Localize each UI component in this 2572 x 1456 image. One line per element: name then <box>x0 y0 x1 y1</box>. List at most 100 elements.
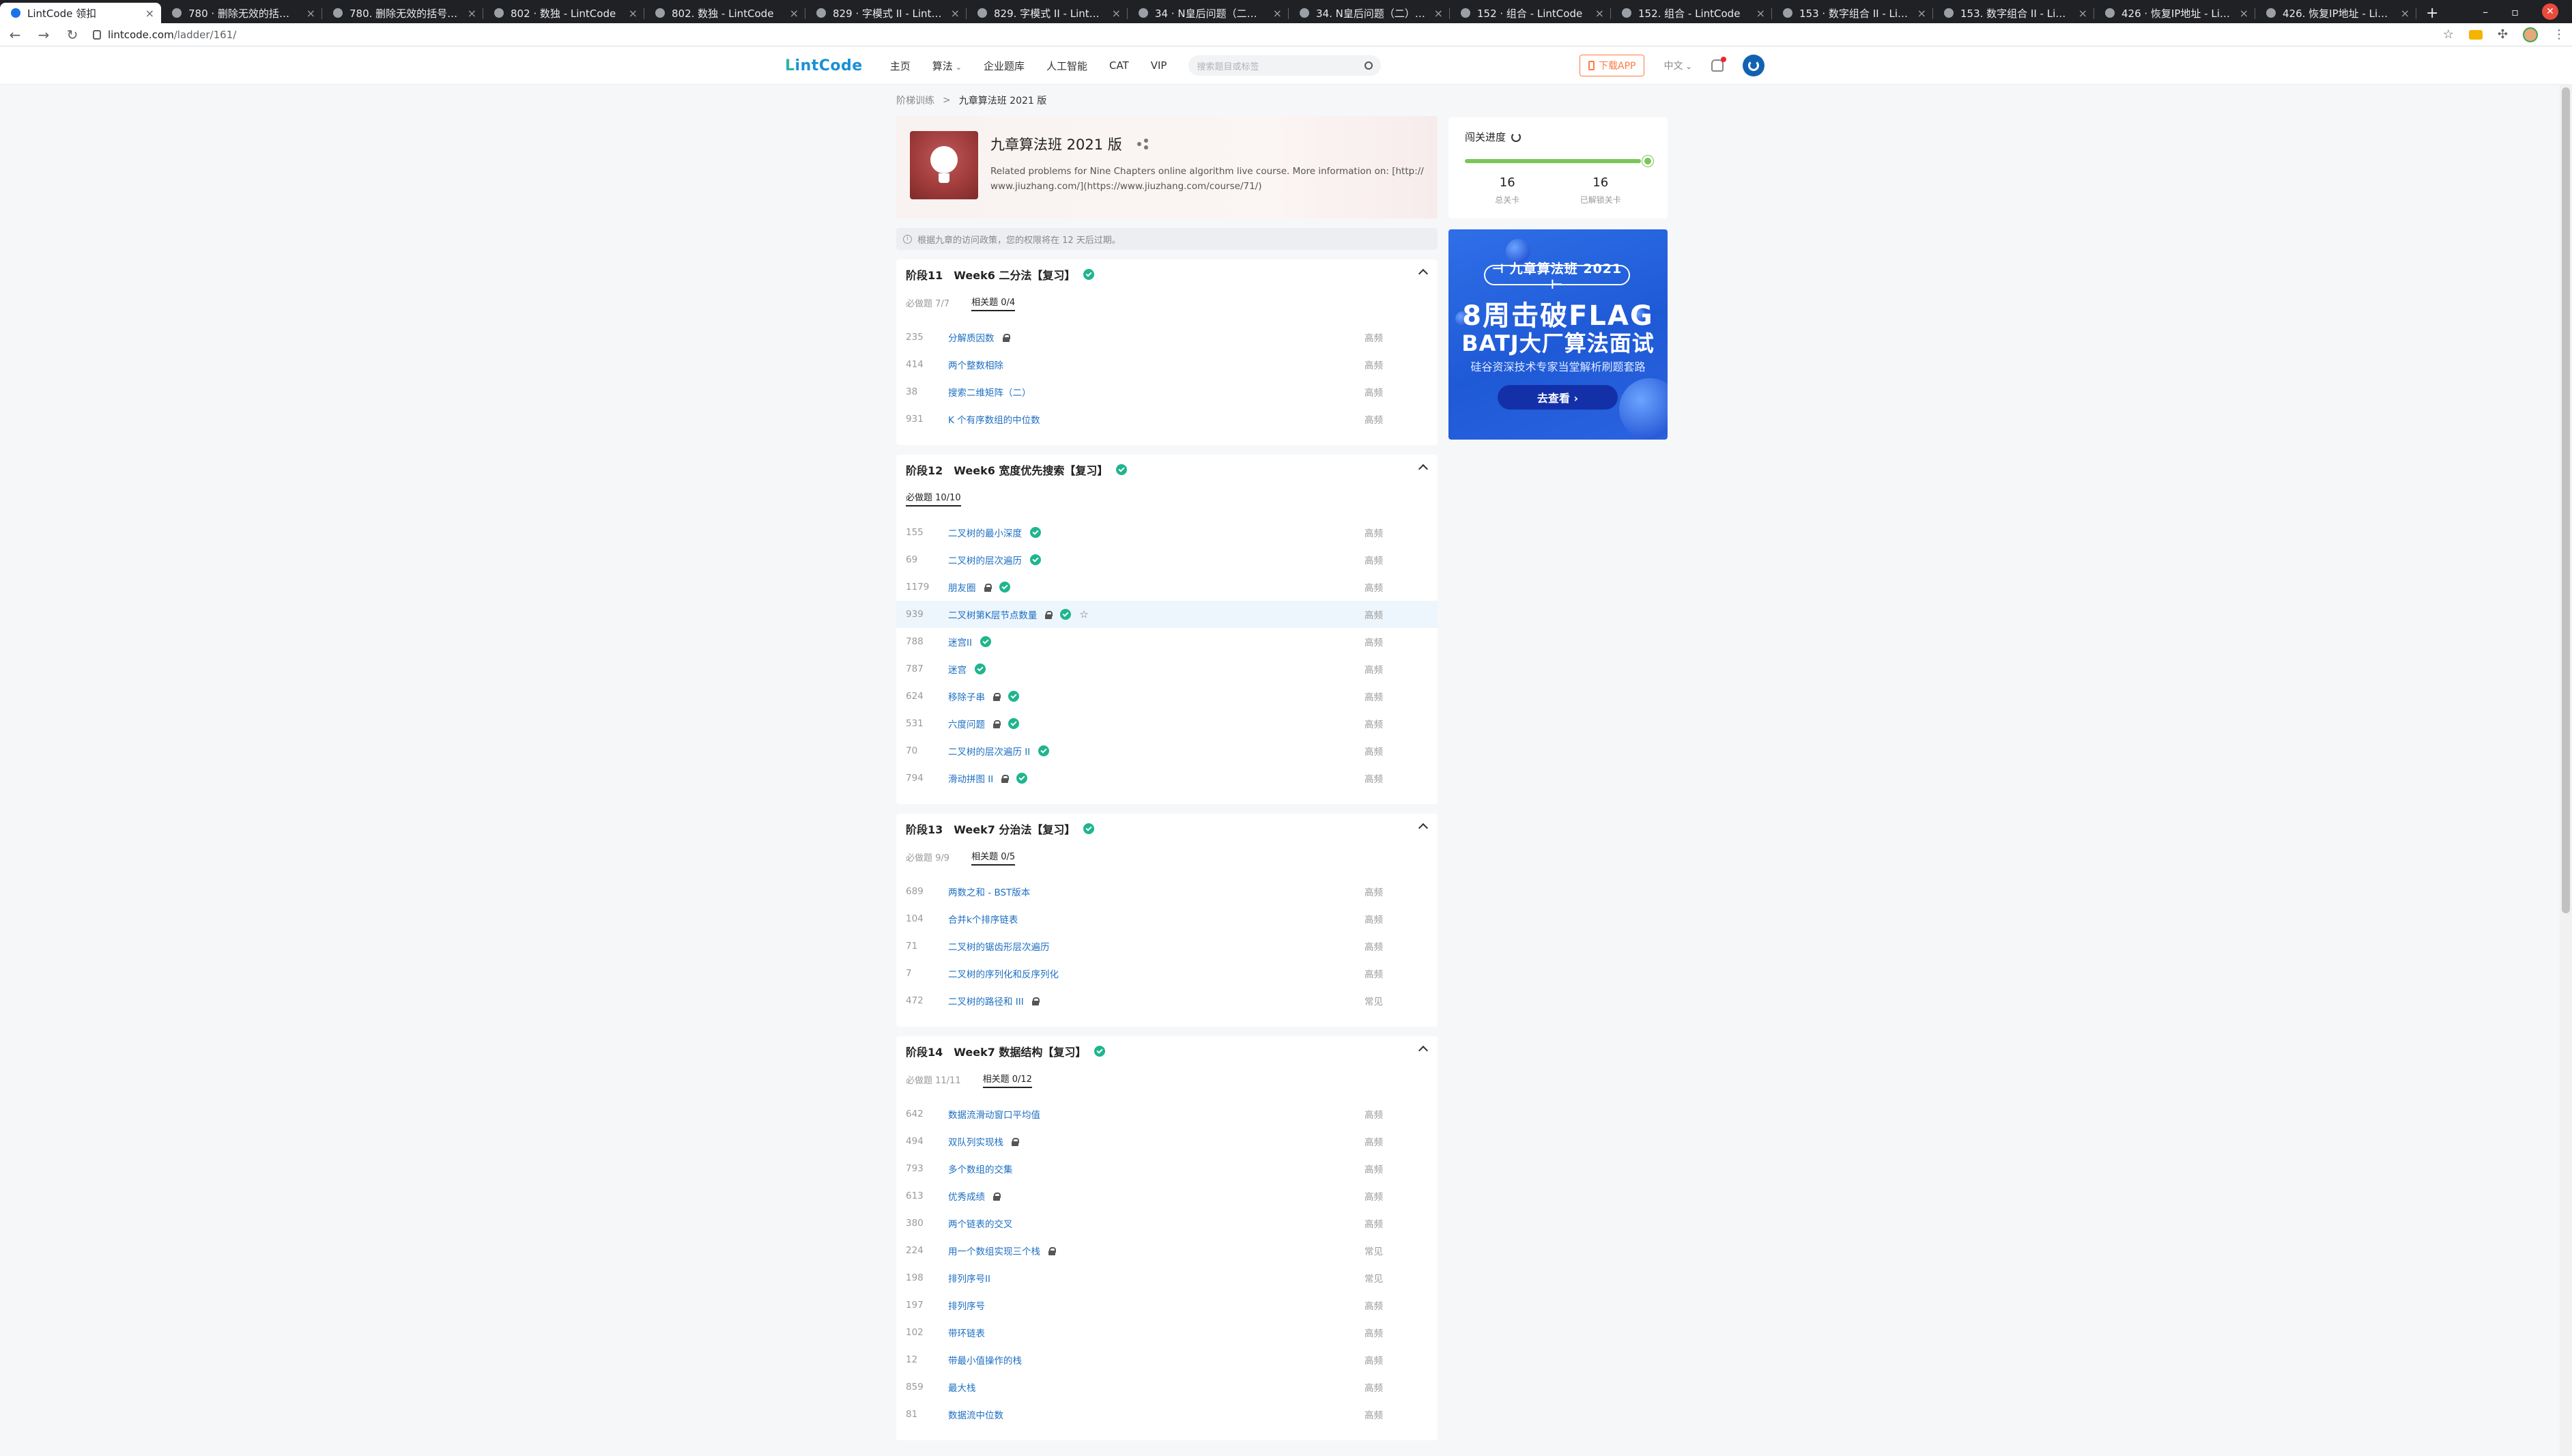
browser-tab[interactable]: 426 · 恢复IP地址 - LintCode × <box>2094 3 2255 23</box>
extensions-puzzle-icon[interactable]: ✣ <box>2498 27 2508 42</box>
problem-title-link[interactable]: 二叉树的最小深度 <box>948 526 1022 539</box>
problem-row[interactable]: 155 二叉树的最小深度 高频 <box>896 519 1438 546</box>
chevron-up-icon[interactable] <box>1418 463 1429 474</box>
minimize-icon[interactable]: – <box>2483 5 2488 18</box>
stage-tab[interactable]: 必做题 7/7 <box>906 296 949 311</box>
problem-title-link[interactable]: 两个链表的交叉 <box>948 1216 1013 1230</box>
problem-title-link[interactable]: 二叉树的层次遍历 <box>948 553 1022 567</box>
close-tab-icon[interactable]: × <box>1273 7 1282 20</box>
problem-row[interactable]: 81 数据流中位数 高频 <box>896 1401 1438 1428</box>
nav-home[interactable]: 主页 <box>890 59 911 73</box>
problem-row[interactable]: 38 搜索二维矩阵（二） 高频 <box>896 378 1438 405</box>
problem-row[interactable]: 198 排列序号II 常见 <box>896 1264 1438 1291</box>
problem-row[interactable]: 414 两个整数相除 高频 <box>896 351 1438 378</box>
problem-row[interactable]: 613 优秀成绩 高频 <box>896 1182 1438 1210</box>
problem-title-link[interactable]: 合并k个排序链表 <box>948 912 1018 926</box>
profile-avatar[interactable] <box>2523 27 2538 42</box>
problem-title-link[interactable]: 搜索二维矩阵（二） <box>948 385 1031 399</box>
problem-title-link[interactable]: 分解质因数 <box>948 330 995 344</box>
problem-title-link[interactable]: K 个有序数组的中位数 <box>948 412 1040 426</box>
close-tab-icon[interactable]: × <box>629 7 638 20</box>
close-tab-icon[interactable]: × <box>2240 7 2248 20</box>
search-icon[interactable] <box>1364 61 1373 70</box>
browser-tab[interactable]: 34 · N皇后问题（二） - LintCode × <box>1128 3 1289 23</box>
problem-title-link[interactable]: 二叉树的锯齿形层次遍历 <box>948 939 1050 953</box>
problem-title-link[interactable]: 滑动拼图 II <box>948 771 993 785</box>
problem-row[interactable]: 794 滑动拼图 II 高频 <box>896 765 1438 792</box>
problem-row[interactable]: 1179 朋友圈 高频 <box>896 573 1438 601</box>
stage-tab[interactable]: 相关题 0/4 <box>971 295 1016 311</box>
problem-row[interactable]: 70 二叉树的层次遍历 II 高频 <box>896 737 1438 765</box>
problem-title-link[interactable]: 排列序号 <box>948 1298 985 1312</box>
download-app-button[interactable]: 下载APP <box>1580 55 1645 76</box>
problem-row[interactable]: 787 迷宫 高频 <box>896 655 1438 683</box>
stage-header[interactable]: 阶段12 Week6 宽度优先搜索【复习】 <box>896 455 1438 485</box>
forward-icon[interactable]: → <box>35 27 52 43</box>
problem-row[interactable]: 197 排列序号 高频 <box>896 1291 1438 1319</box>
bookmark-star-icon[interactable]: ☆ <box>2443 27 2454 42</box>
notification-bell-icon[interactable] <box>1711 57 1726 72</box>
problem-row[interactable]: 12 带最小值操作的栈 高频 <box>896 1346 1438 1373</box>
problem-title-link[interactable]: 迷宫II <box>948 635 972 648</box>
problem-row[interactable]: 69 二叉树的层次遍历 高频 <box>896 546 1438 573</box>
stage-tab[interactable]: 相关题 0/12 <box>982 1072 1032 1088</box>
close-tab-icon[interactable]: × <box>2401 7 2410 20</box>
problem-title-link[interactable]: 排列序号II <box>948 1271 990 1285</box>
stage-tab[interactable]: 必做题 11/11 <box>906 1073 961 1088</box>
problem-row[interactable]: 224 用一个数组实现三个栈 常见 <box>896 1237 1438 1264</box>
close-tab-icon[interactable]: × <box>468 7 476 20</box>
page-scrollbar[interactable] <box>2560 85 2572 1456</box>
browser-tab[interactable]: 152 · 组合 - LintCode × <box>1450 3 1611 23</box>
problem-row[interactable]: 380 两个链表的交叉 高频 <box>896 1210 1438 1237</box>
stage-tab[interactable]: 相关题 0/5 <box>971 849 1016 866</box>
problem-title-link[interactable]: 迷宫 <box>948 662 967 676</box>
problem-row[interactable]: 494 双队列实现栈 高频 <box>896 1128 1438 1155</box>
close-tab-icon[interactable]: × <box>951 7 960 20</box>
problem-row[interactable]: 624 移除子串 高频 <box>896 683 1438 710</box>
browser-tab[interactable]: 802 · 数独 - LintCode × <box>483 3 644 23</box>
browser-tab[interactable]: 829. 字模式 II - LintCode × <box>967 3 1128 23</box>
nav-ai[interactable]: 人工智能 <box>1046 59 1087 73</box>
problem-title-link[interactable]: 最大栈 <box>948 1380 976 1394</box>
problem-row[interactable]: 235 分解质因数 高频 <box>896 324 1438 351</box>
browser-tab[interactable]: 153 · 数字组合 II - LintCode × <box>1772 3 1933 23</box>
problem-title-link[interactable]: 数据流滑动窗口平均值 <box>948 1107 1040 1121</box>
problem-row[interactable]: 472 二叉树的路径和 III 常见 <box>896 987 1438 1014</box>
menu-kebab-icon[interactable]: ⋮ <box>2553 27 2565 42</box>
close-tab-icon[interactable]: × <box>306 7 315 20</box>
problem-title-link[interactable]: 用一个数组实现三个栈 <box>948 1244 1040 1257</box>
problem-title-link[interactable]: 六度问题 <box>948 717 985 730</box>
problem-row[interactable]: 931 K 个有序数组的中位数 高频 <box>896 405 1438 433</box>
chevron-up-icon[interactable] <box>1418 823 1429 833</box>
user-avatar[interactable] <box>1742 55 1764 76</box>
close-tab-icon[interactable]: × <box>1112 7 1121 20</box>
browser-tab[interactable]: 802. 数独 - LintCode × <box>644 3 805 23</box>
problem-row[interactable]: 531 六度问题 高频 <box>896 710 1438 737</box>
problem-title-link[interactable]: 二叉树的序列化和反序列化 <box>948 967 1059 980</box>
maximize-icon[interactable]: ▫ <box>2511 5 2519 18</box>
stage-header[interactable]: 阶段13 Week7 分治法【复习】 <box>896 814 1438 844</box>
problem-row[interactable]: 788 迷宫II 高频 <box>896 628 1438 655</box>
problem-title-link[interactable]: 二叉树的层次遍历 II <box>948 744 1030 758</box>
stage-tab[interactable]: 必做题 10/10 <box>906 490 961 506</box>
lintcode-logo[interactable]: LintCode <box>785 57 863 74</box>
nav-algorithm[interactable]: 算法 ⌄ <box>932 59 962 73</box>
problem-title-link[interactable]: 带环链表 <box>948 1326 985 1339</box>
problem-row[interactable]: 642 数据流滑动窗口平均值 高频 <box>896 1100 1438 1128</box>
browser-tab[interactable]: LintCode 领扣 × <box>0 3 161 23</box>
stage-tab[interactable]: 必做题 9/9 <box>906 851 949 866</box>
problem-row[interactable]: 793 多个数组的交集 高频 <box>896 1155 1438 1182</box>
new-tab-button[interactable]: + <box>2416 3 2448 23</box>
problem-title-link[interactable]: 朋友圈 <box>948 580 976 594</box>
chevron-up-icon[interactable] <box>1418 268 1429 279</box>
chevron-up-icon[interactable] <box>1418 1045 1429 1056</box>
problem-title-link[interactable]: 两数之和 - BST版本 <box>948 885 1030 898</box>
favorite-star-icon[interactable]: ☆ <box>1079 608 1088 620</box>
browser-tab[interactable]: 780. 删除无效的括号 - LintCode × <box>322 3 483 23</box>
nav-cat[interactable]: CAT <box>1109 59 1129 72</box>
close-window-icon[interactable]: ✕ <box>2542 3 2558 20</box>
promo-view-button[interactable]: 去查看 › <box>1498 385 1618 410</box>
problem-title-link[interactable]: 二叉树的路径和 III <box>948 994 1024 1008</box>
breadcrumb-parent[interactable]: 阶梯训练 <box>896 94 934 107</box>
close-tab-icon[interactable]: × <box>2078 7 2087 20</box>
